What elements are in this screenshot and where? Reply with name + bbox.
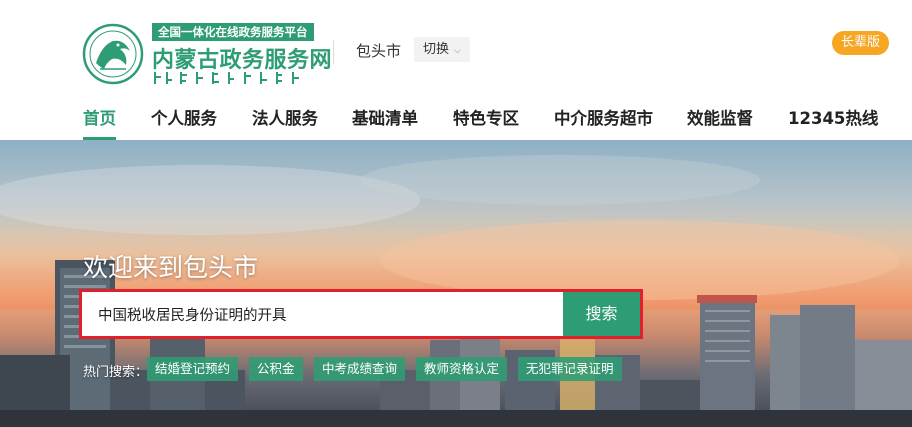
nav-item-supervision[interactable]: 效能监督 <box>687 105 753 140</box>
chevron-down-icon: ⌵ <box>454 46 461 56</box>
search-input[interactable] <box>86 296 562 332</box>
nav-item-basic-list[interactable]: 基础清单 <box>352 105 418 140</box>
city-switch-label: 切换 <box>423 42 450 57</box>
site-header: 全国一体化在线政务服务平台 内蒙古政务服务网 包头市 切换 ⌵ 长辈版 首页 个人… <box>0 0 912 140</box>
search-box: 搜索 <box>79 289 643 339</box>
nav-item-home[interactable]: 首页 <box>83 105 116 140</box>
hot-search-label: 热门搜索： <box>83 365 149 380</box>
welcome-heading: 欢迎来到包头市 <box>83 253 259 282</box>
mongolian-script-logo <box>154 72 299 84</box>
platform-tag: 全国一体化在线政务服务平台 <box>152 23 314 41</box>
search-button[interactable]: 搜索 <box>563 292 640 336</box>
nav-item-legal-person[interactable]: 法人服务 <box>252 105 318 140</box>
hot-search-tag[interactable]: 结婚登记预约 <box>147 357 239 381</box>
header-divider <box>333 40 334 64</box>
nav-item-personal[interactable]: 个人服务 <box>151 105 217 140</box>
current-city: 包头市 <box>356 42 402 60</box>
elder-mode-button[interactable]: 长辈版 <box>832 31 890 55</box>
nav-item-special-zone[interactable]: 特色专区 <box>453 105 519 140</box>
main-nav: 首页 个人服务 法人服务 基础清单 特色专区 中介服务超市 效能监督 12345… <box>0 105 912 140</box>
hot-search-tag[interactable]: 公积金 <box>249 357 303 381</box>
hot-search-tag[interactable]: 中考成绩查询 <box>314 357 406 381</box>
city-switch-button[interactable]: 切换 ⌵ <box>414 37 470 62</box>
hot-search-tag[interactable]: 教师资格认定 <box>416 357 508 381</box>
hot-search-tag[interactable]: 无犯罪记录证明 <box>518 357 622 381</box>
site-logo-icon[interactable] <box>82 23 144 85</box>
nav-item-intermediary[interactable]: 中介服务超市 <box>554 105 653 140</box>
nav-item-hotline[interactable]: 12345热线 <box>788 105 878 140</box>
